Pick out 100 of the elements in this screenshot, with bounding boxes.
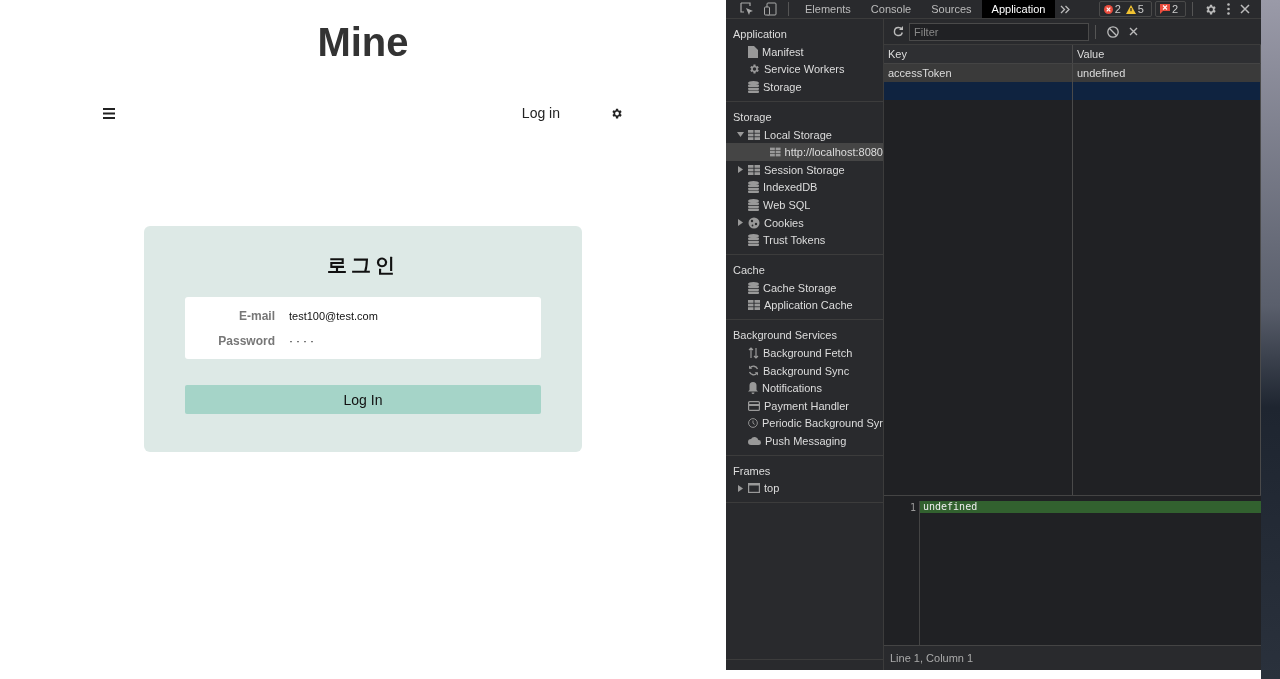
sidebar-item-label: top	[764, 482, 780, 495]
sidebar-item-label: Application Cache	[764, 299, 853, 312]
database-icon	[748, 198, 759, 211]
sidebar-item[interactable]: Push Messaging	[726, 432, 883, 450]
sidebar-item[interactable]: Service Workers	[726, 60, 883, 79]
issues-counter[interactable]: 2	[1154, 1, 1186, 17]
settings-icon[interactable]	[1204, 2, 1217, 16]
sidebar-item-label: Manifest	[762, 45, 804, 58]
cloud-icon	[748, 436, 761, 446]
sidebar-item[interactable]: Application Cache	[726, 296, 883, 315]
settings-icon[interactable]	[610, 106, 623, 120]
sidebar-section-title: Storage	[732, 109, 773, 125]
clock-icon	[748, 417, 758, 430]
sidebar-item[interactable]: IndexedDB	[726, 178, 883, 197]
email-field[interactable]: test100@test.com	[287, 309, 380, 323]
sidebar-section-title: Frames	[732, 463, 772, 479]
up-down-arrows-icon	[748, 346, 759, 359]
counter-value: 2	[1114, 3, 1121, 15]
file-icon	[748, 45, 758, 58]
sidebar-item-label: Periodic Background Syr	[761, 417, 883, 430]
frame-icon	[748, 483, 760, 494]
devtools-tab[interactable]: Sources	[921, 0, 982, 18]
sidebar-item[interactable]: Notifications	[726, 379, 883, 397]
card-icon	[748, 400, 760, 411]
sidebar-item[interactable]: Web SQL	[726, 196, 883, 214]
inspect-icon[interactable]	[740, 2, 754, 16]
sidebar-item-label: Background Sync	[763, 364, 850, 377]
sidebar-item-label: Background Fetch	[763, 346, 853, 359]
field-label: E-mail	[238, 309, 275, 323]
clear-all-icon[interactable]	[1107, 25, 1119, 38]
bell-icon	[748, 382, 758, 395]
line-number: 1	[909, 502, 916, 513]
cookie-icon	[748, 216, 760, 229]
collapse-triangle-icon[interactable]	[736, 132, 744, 138]
field-label: Password	[217, 334, 275, 348]
sidebar-item[interactable]: top	[726, 479, 883, 498]
column-header[interactable]: Key	[884, 45, 1073, 63]
close-icon[interactable]	[1240, 4, 1250, 14]
sidebar-item[interactable]: Background Fetch	[726, 344, 883, 362]
sidebar-item[interactable]: Local Storage	[726, 125, 883, 144]
database-icon	[748, 81, 759, 93]
sidebar-item-label: Session Storage	[764, 163, 845, 176]
console-counter[interactable]: 2 5	[1098, 1, 1152, 17]
more-options-icon[interactable]	[1227, 3, 1230, 15]
sidebar-item-label: Trust Tokens	[763, 234, 826, 247]
filter-field[interactable]: Filter	[909, 22, 1089, 41]
sidebar-item-label: Storage	[763, 81, 802, 93]
sidebar-item[interactable]: Manifest	[726, 43, 883, 61]
sidebar-item-label: Cache Storage	[763, 281, 837, 294]
table-icon	[748, 300, 760, 311]
gear-icon	[748, 63, 760, 76]
status-bar: Line 1, Column 1	[884, 645, 1261, 670]
site-title: Mine	[317, 20, 409, 65]
error-icon	[1103, 4, 1113, 14]
devtools-tab[interactable]: Console	[860, 0, 922, 18]
table-cell: undefined	[1077, 67, 1126, 79]
sidebar-item-label: Payment Handler	[764, 399, 849, 412]
sidebar-item[interactable]: Trust Tokens	[726, 231, 883, 249]
issue-icon	[1159, 4, 1170, 14]
sync-icon	[748, 365, 759, 376]
refresh-icon[interactable]	[893, 26, 904, 37]
devtools-tab[interactable]: Application	[981, 0, 1056, 18]
device-icon[interactable]	[764, 2, 777, 16]
sidebar-item[interactable]: http://localhost:8080	[726, 143, 883, 161]
expand-triangle-icon[interactable]	[737, 219, 743, 227]
table-cell: accessToken	[888, 67, 952, 79]
expand-triangle-icon[interactable]	[737, 166, 743, 174]
sidebar-item-label: Web SQL	[763, 198, 811, 211]
counter-value: 5	[1137, 3, 1144, 15]
login-link[interactable]: Log in	[521, 105, 560, 121]
delete-icon[interactable]	[1129, 27, 1138, 36]
table-row[interactable]: accessToken undefined	[884, 64, 1261, 82]
sidebar-item[interactable]: Periodic Background Syr	[726, 414, 883, 433]
sidebar-section-title: Application	[732, 27, 788, 42]
sidebar-item[interactable]: Cache Storage	[726, 278, 883, 297]
sidebar-section-title: Background Services	[732, 328, 838, 344]
database-icon	[748, 281, 759, 294]
sidebar-item-label: Local Storage	[764, 128, 832, 141]
login-heading: 로그인	[327, 252, 399, 279]
database-icon	[748, 234, 759, 247]
sidebar-section-title: Cache	[732, 262, 766, 278]
devtools-tab[interactable]: Elements	[795, 0, 861, 18]
sidebar-item-label: IndexedDB	[763, 181, 818, 194]
expand-triangle-icon[interactable]	[737, 485, 743, 492]
sidebar-item[interactable]: Payment Handler	[726, 396, 883, 415]
password-field[interactable]: ····	[287, 333, 319, 349]
sidebar-item[interactable]: Cookies	[726, 213, 883, 232]
table-icon	[748, 164, 760, 175]
sidebar-item-label: Cookies	[764, 216, 804, 229]
sidebar-item[interactable]: Storage	[726, 78, 883, 96]
sidebar-item-label: Service Workers	[764, 63, 845, 76]
sidebar-item-label: Push Messaging	[765, 434, 847, 447]
warning-icon	[1125, 4, 1136, 14]
sidebar-item[interactable]: Background Sync	[726, 361, 883, 380]
sidebar-item[interactable]: Session Storage	[726, 160, 883, 179]
login-button[interactable]: Log In	[185, 385, 541, 414]
table-icon	[770, 147, 781, 158]
menu-icon[interactable]	[103, 107, 115, 119]
database-icon	[748, 181, 759, 194]
more-tabs-icon[interactable]	[1060, 4, 1071, 14]
